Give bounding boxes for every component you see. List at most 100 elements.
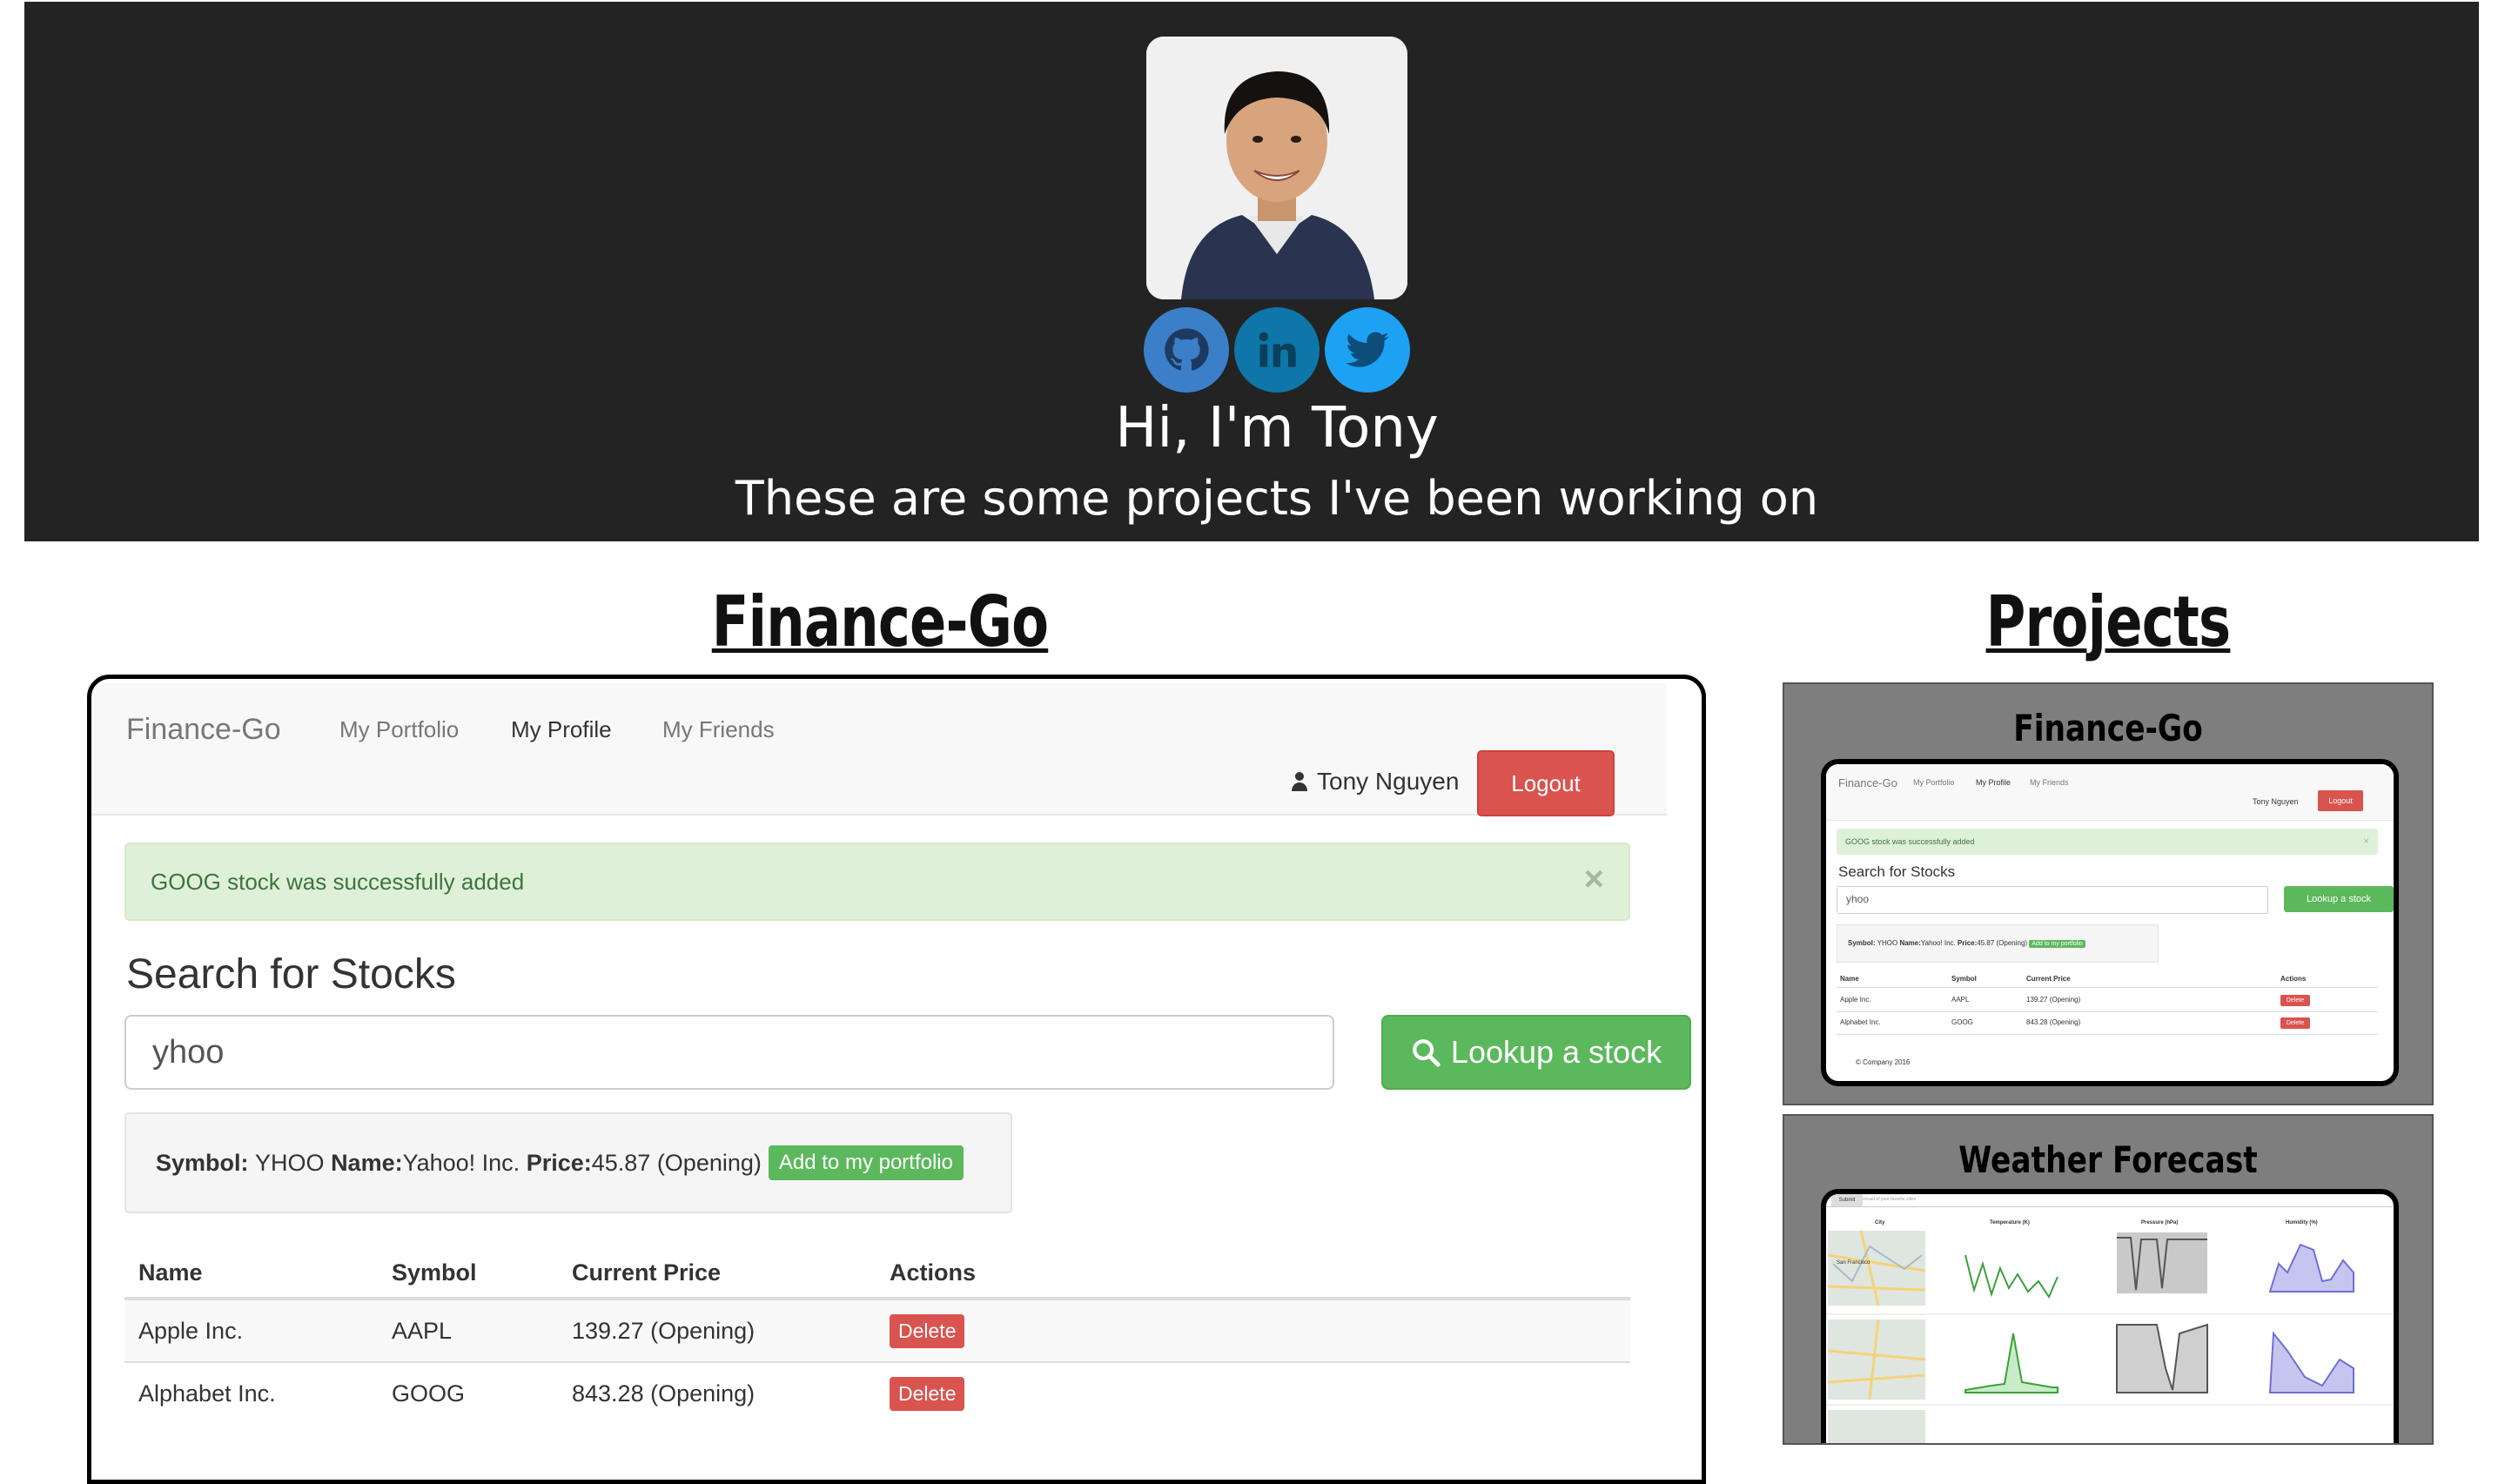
mini-result: Symbol: YHOO Name:Yahoo! Inc. Price:45.8… <box>1837 924 2159 963</box>
mini-nav-friends: My Friends <box>2030 778 2069 787</box>
result-price: 45.87 (Opening) <box>591 1149 762 1176</box>
lookup-result: Symbol: YHOO Name: Yahoo! Inc. Price: 45.8… <box>124 1112 1012 1213</box>
lookup-label: Lookup a stock <box>1450 1034 1662 1070</box>
search-icon <box>1413 1039 1441 1067</box>
mini-nav-profile: My Profile <box>1976 778 2011 787</box>
logout-button[interactable]: Logout <box>1477 750 1615 816</box>
linkedin-icon <box>1259 332 1296 367</box>
mini-cell: Alphabet Inc. <box>1840 1018 1881 1026</box>
cell-actions: Delete <box>876 1361 1630 1424</box>
mini-input-value: yhoo <box>1846 893 1870 905</box>
finance-go-preview: Finance-Go My Portfolio My Profile My Fr… <box>87 675 1706 1484</box>
mini-nav-portfolio: My Portfolio <box>1913 778 1955 787</box>
mini-user: Tony Nguyen <box>2253 797 2299 806</box>
hero-greeting: Hi, I'm Tony <box>1115 396 1439 460</box>
twitter-link[interactable] <box>1325 307 1410 393</box>
delete-button[interactable]: Delete <box>890 1376 965 1411</box>
mini-header-humidity: Humidity (%) <box>2286 1220 2318 1225</box>
nav-my-portfolio[interactable]: My Portfolio <box>339 716 459 743</box>
mini-lookup-button: Lookup a stock <box>2284 886 2394 912</box>
project-card-weather-forecast[interactable]: Weather Forecast Get a five day forecast… <box>1783 1114 2434 1445</box>
mini-header-price: Current Price <box>2026 975 2071 983</box>
mini-header-symbol: Symbol <box>1951 975 1977 983</box>
featured-project-title: Finance-Go <box>711 581 1049 662</box>
mini-map <box>1828 1410 1925 1443</box>
user-icon <box>1292 772 1307 791</box>
portfolio-table: Name Symbol Current Price Actions Apple … <box>124 1248 1630 1424</box>
divider <box>1837 1034 2378 1035</box>
navbar-brand[interactable]: Finance-Go <box>126 713 281 747</box>
column-header-name: Name <box>124 1248 378 1300</box>
cell-price: 139.27 (Opening) <box>558 1298 876 1362</box>
alert-message: GOOG stock was successfully added <box>151 869 525 895</box>
mini-header-actions: Actions <box>2280 975 2307 983</box>
cell-symbol: GOOG <box>378 1361 558 1424</box>
mini-forecast-grid: San Francisco <box>1826 1230 2394 1443</box>
mini-alert-text: GOOG stock was successfully added <box>1845 837 1975 846</box>
search-heading: Search for Stocks <box>126 951 456 997</box>
table-row: Apple Inc. AAPL 139.27 (Opening) Delete <box>124 1298 1630 1362</box>
mini-humidity-chart <box>2268 1243 2354 1293</box>
mini-header-temperature: Temperature (K) <box>1990 1220 2030 1225</box>
project-thumbnail: Get a five day forecast of your favorite… <box>1821 1189 2399 1443</box>
mini-header-city: City <box>1875 1220 1885 1225</box>
github-link[interactable] <box>1144 307 1229 393</box>
lookup-stock-button[interactable]: Lookup a stock <box>1381 1015 1691 1090</box>
mini-cell: 139.27 (Opening) <box>2026 996 2081 1004</box>
mini-heading: Search for Stocks <box>1838 863 1956 880</box>
mini-footer: © Company 2016 <box>1856 1058 1911 1066</box>
user-menu[interactable]: Tony Nguyen <box>1291 768 1459 796</box>
cell-name: Apple Inc. <box>124 1298 378 1362</box>
mini-input: yhoo <box>1837 886 2268 914</box>
add-to-portfolio-button[interactable]: Add to my portfolio <box>768 1145 964 1180</box>
nav-my-friends[interactable]: My Friends <box>662 716 775 743</box>
mini-symbol-label: Symbol: <box>1848 939 1876 947</box>
mini-price-label: Price: <box>1958 939 1978 947</box>
divider <box>1837 1011 2378 1012</box>
project-card-title: Weather Forecast <box>1958 1138 2258 1181</box>
mini-brand: Finance-Go <box>1838 776 1897 789</box>
mini-header-pressure: Pressure (hPa) <box>2141 1220 2179 1225</box>
price-label: Price: <box>526 1149 592 1176</box>
mini-delete-button: Delete <box>2280 1017 2310 1029</box>
stock-search-input[interactable] <box>124 1015 1334 1090</box>
nav-my-profile[interactable]: My Profile <box>511 716 612 743</box>
avatar-portrait <box>1146 37 1407 299</box>
cell-symbol: AAPL <box>378 1298 558 1362</box>
mini-header-name: Name <box>1840 975 1859 983</box>
mini-logout: Logout <box>2318 790 2363 811</box>
mini-add-button: Add to my portfolio <box>2029 940 2085 948</box>
navbar: Finance-Go My Portfolio My Profile My Fr… <box>91 683 1667 816</box>
mini-cell: Apple Inc. <box>1840 996 1871 1004</box>
mini-symbol: YHOO <box>1877 939 1898 947</box>
mini-name-label: Name: <box>1899 939 1921 947</box>
column-header-price: Current Price <box>558 1248 876 1300</box>
project-card-title: Finance-Go <box>2013 707 2203 749</box>
linkedin-link[interactable] <box>1234 307 1320 393</box>
result-name: Yahoo! Inc. <box>402 1149 520 1176</box>
result-symbol: YHOO <box>255 1149 325 1176</box>
table-header-row: Name Symbol Current Price Actions <box>124 1248 1630 1300</box>
mini-navbar: Finance-Go My Portfolio My Profile My Fr… <box>1826 764 2394 821</box>
cell-name: Alphabet Inc. <box>124 1361 378 1424</box>
mini-alert: GOOG stock was successfully added × <box>1837 829 2378 855</box>
mini-submit-button: Submit <box>1831 1194 1863 1206</box>
cell-price: 843.28 (Opening) <box>558 1361 876 1424</box>
column-header-actions: Actions <box>876 1248 1630 1300</box>
table-row: Alphabet Inc. GOOG 843.28 (Opening) Dele… <box>124 1361 1630 1424</box>
mini-close-icon: × <box>2362 835 2369 847</box>
success-alert: GOOG stock was successfully added × <box>124 843 1630 921</box>
avatar <box>1146 37 1407 299</box>
projects-title: Projects <box>1985 581 2232 662</box>
mini-lookup-label: Lookup a stock <box>2307 894 2371 904</box>
mini-cell: 843.28 (Opening) <box>2026 1018 2081 1026</box>
hero-banner: Hi, I'm Tony These are some projects I'v… <box>24 2 2479 541</box>
close-icon[interactable]: × <box>1584 862 1604 896</box>
project-thumbnail: Finance-Go My Portfolio My Profile My Fr… <box>1821 759 2399 1086</box>
delete-button[interactable]: Delete <box>890 1313 965 1348</box>
project-card-finance-go[interactable]: Finance-Go Finance-Go My Portfolio My Pr… <box>1783 682 2434 1105</box>
user-name: Tony Nguyen <box>1317 768 1460 795</box>
mini-price: 45.87 (Opening) <box>1977 939 2028 947</box>
divider <box>1837 987 2378 988</box>
symbol-label: Symbol: <box>156 1149 249 1176</box>
